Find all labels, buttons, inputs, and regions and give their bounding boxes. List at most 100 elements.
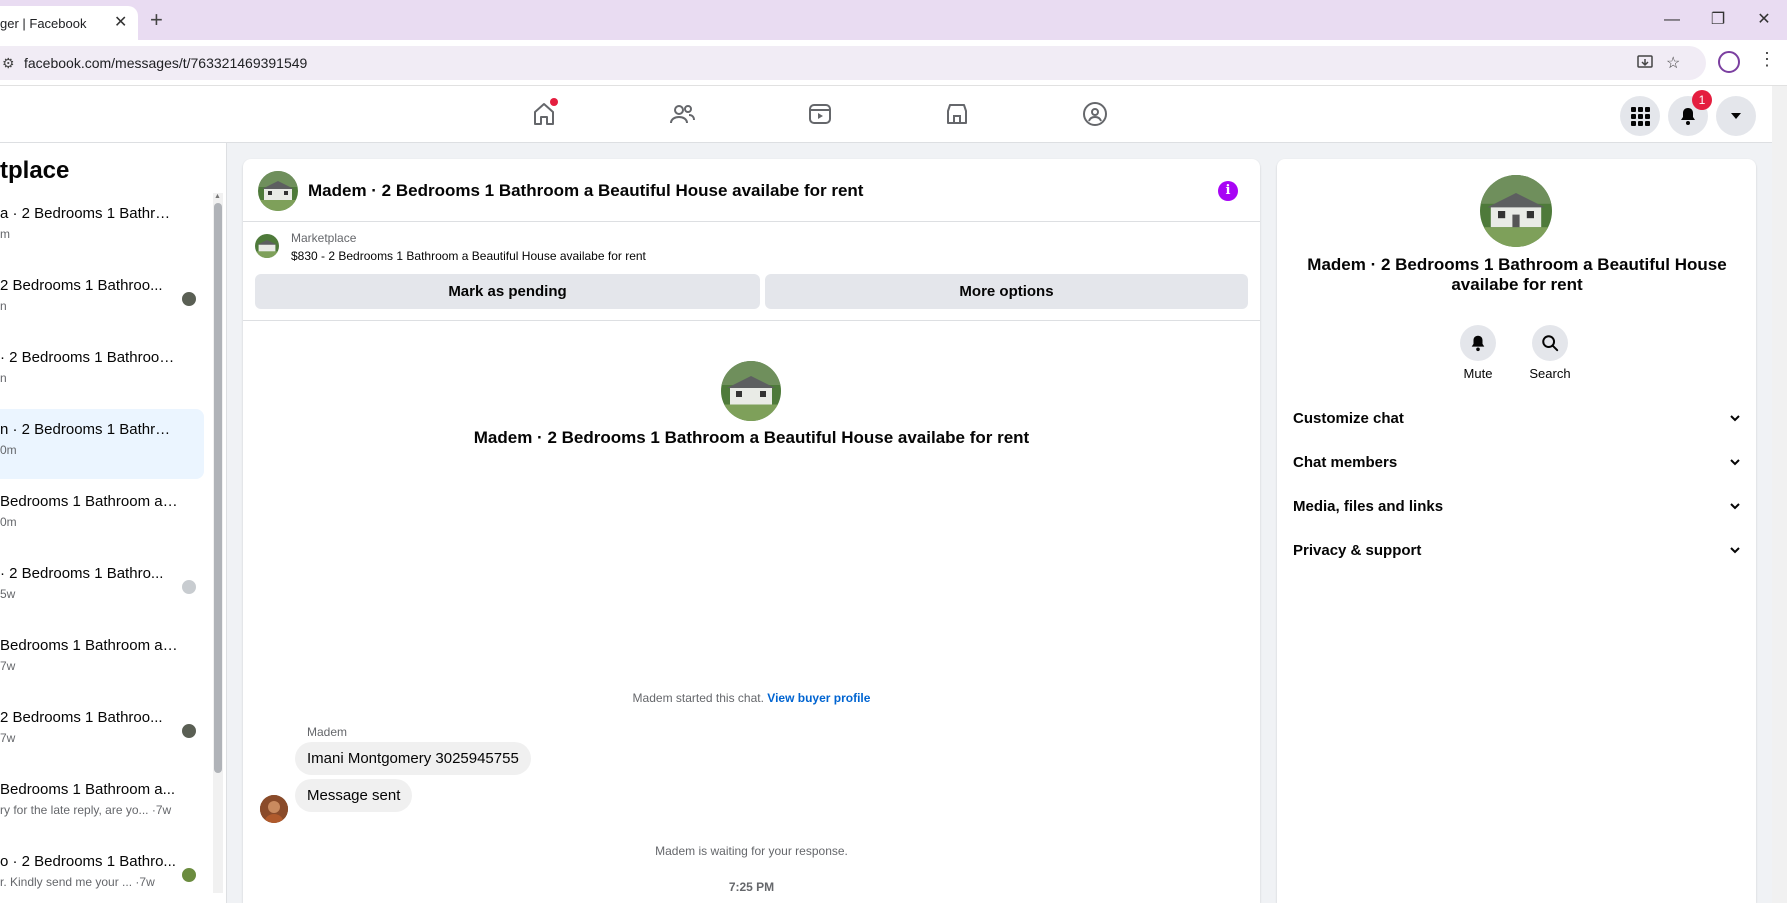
video-icon[interactable]	[800, 96, 840, 132]
listing-detail[interactable]: $830 - 2 Bedrooms 1 Bathroom a Beautiful…	[291, 249, 646, 263]
address-bar-row: ⚙ facebook.com/messages/t/76332146939154…	[0, 40, 1787, 86]
chat-started-text: Madem started this chat.	[632, 691, 764, 705]
conversation-meta: r. Kindly send me your ... ·7w	[0, 875, 155, 889]
conversation-meta: 7w	[0, 659, 16, 673]
chevron-down-icon	[1730, 503, 1740, 510]
mute-label: Mute	[1463, 366, 1493, 381]
search-icon	[1542, 335, 1559, 352]
conversation-name: 2 Bedrooms 1 Bathroo...	[0, 709, 163, 726]
info-panel-title: Madem · 2 Bedrooms 1 Bathroom a Beautifu…	[1307, 255, 1727, 294]
bookmark-star-icon[interactable]: ☆	[1666, 53, 1680, 73]
conversation-meta: n	[0, 299, 7, 313]
privacy-support-section[interactable]: Privacy & support	[1293, 532, 1741, 572]
browser-menu-icon[interactable]: ⋮	[1758, 49, 1776, 70]
conversation-item[interactable]: Bedrooms 1 Bathroom a... ry for the late …	[0, 769, 204, 839]
conversation-name: · 2 Bedrooms 1 Bathro...	[0, 565, 164, 582]
minimize-button[interactable]: —	[1652, 6, 1692, 34]
browser-tab[interactable]: ger | Facebook ✕	[0, 6, 138, 40]
conversation-item[interactable]: n · 2 Bedrooms 1 Bathroo... 0m	[0, 409, 204, 479]
home-notification-dot	[550, 98, 558, 106]
left-panel-title: tplace	[0, 157, 70, 184]
search-button[interactable]	[1532, 325, 1568, 361]
friends-icon[interactable]	[662, 96, 702, 132]
site-settings-icon[interactable]: ⚙	[2, 55, 15, 72]
message-bubble[interactable]: Imani Montgomery 3025945755	[295, 742, 531, 775]
conversation-meta: n	[0, 371, 7, 385]
sender-avatar[interactable]	[260, 795, 288, 823]
install-app-icon[interactable]	[1636, 53, 1654, 76]
chevron-down-icon	[1730, 547, 1740, 554]
conversation-meta: 5w	[0, 587, 16, 601]
facebook-top-nav	[0, 86, 1772, 143]
tab-close-icon[interactable]: ✕	[114, 12, 127, 32]
chat-panel: Madem · 2 Bedrooms 1 Bathroom a Beautifu…	[243, 159, 1260, 903]
conversation-item[interactable]: Bedrooms 1 Bathroom a ... 0m	[0, 481, 204, 551]
mark-as-pending-button[interactable]: Mark as pending	[255, 274, 760, 309]
conversation-item[interactable]: Bedrooms 1 Bathroom a ... 7w	[0, 625, 204, 695]
conversation-item[interactable]: o · 2 Bedrooms 1 Bathro... r. Kindly send…	[0, 841, 204, 903]
listing-label: Marketplace	[291, 231, 357, 245]
url-text[interactable]: facebook.com/messages/t/763321469391549	[24, 55, 307, 71]
conversation-name: 2 Bedrooms 1 Bathroo...	[0, 277, 163, 294]
section-label: Chat members	[1293, 454, 1398, 471]
groups-icon[interactable]	[1075, 96, 1115, 132]
marketplace-icon[interactable]	[937, 96, 977, 132]
media-files-links-section[interactable]: Media, files and links	[1293, 488, 1741, 528]
chevron-down-icon	[1730, 415, 1740, 422]
restore-button[interactable]: ❐	[1698, 6, 1738, 34]
scrollbar-thumb[interactable]	[214, 203, 222, 773]
chat-title: Madem · 2 Bedrooms 1 Bathroom a Beautifu…	[308, 181, 864, 200]
chat-info-panel: Madem · 2 Bedrooms 1 Bathroom a Beautifu…	[1277, 159, 1756, 903]
profile-icon[interactable]	[1718, 51, 1740, 73]
conversation-title: Madem · 2 Bedrooms 1 Bathroom a Beautifu…	[473, 428, 1030, 447]
info-icon[interactable]: i	[1218, 181, 1238, 201]
account-button[interactable]	[1716, 96, 1756, 136]
conversation-name: · 2 Bedrooms 1 Bathroom...	[0, 349, 178, 366]
conversation-meta: 0m	[0, 515, 17, 529]
listing-thumbnail[interactable]	[255, 234, 279, 258]
conversation-name: o · 2 Bedrooms 1 Bathro...	[0, 853, 176, 870]
grid-icon	[1631, 107, 1650, 126]
section-label: Customize chat	[1293, 410, 1404, 427]
home-icon[interactable]	[524, 96, 564, 132]
new-tab-button[interactable]: +	[150, 6, 163, 34]
conversation-list-scrollbar[interactable]: ▲	[213, 193, 223, 893]
omnibox[interactable]: ⚙ facebook.com/messages/t/76332146939154…	[0, 46, 1706, 80]
bell-icon	[1471, 335, 1485, 352]
tab-title: ger | Facebook	[0, 16, 87, 31]
read-receipt-avatar	[181, 291, 197, 307]
conversation-item[interactable]: 2 Bedrooms 1 Bathroo... 7w	[0, 697, 204, 767]
mute-action[interactable]: Mute	[1448, 325, 1508, 381]
conversation-item[interactable]: · 2 Bedrooms 1 Bathroom... n	[0, 337, 204, 407]
conversation-item[interactable]: 2 Bedrooms 1 Bathroo... n	[0, 265, 204, 335]
caret-down-icon	[1731, 113, 1741, 119]
conversation-meta: 0m	[0, 443, 17, 457]
close-window-button[interactable]: ✕	[1744, 6, 1784, 34]
chevron-down-icon	[1730, 459, 1740, 466]
read-receipt-avatar	[181, 579, 197, 595]
chat-started-notice: Madem started this chat. View buyer prof…	[243, 691, 1260, 705]
message-timestamp: 7:25 PM	[728, 880, 775, 894]
search-action[interactable]: Search	[1520, 325, 1580, 381]
read-receipt-avatar	[181, 723, 197, 739]
customize-chat-section[interactable]: Customize chat	[1293, 400, 1741, 440]
more-options-button[interactable]: More options	[765, 274, 1248, 309]
menu-grid-button[interactable]	[1620, 96, 1660, 136]
notification-count-badge: 1	[1692, 90, 1712, 110]
conversation-name: Bedrooms 1 Bathroom a...	[0, 781, 176, 798]
browser-tab-bar: ger | Facebook ✕ + — ❐ ✕	[0, 0, 1787, 40]
chat-members-section[interactable]: Chat members	[1293, 444, 1741, 484]
view-buyer-profile-link[interactable]: View buyer profile	[767, 691, 870, 705]
mute-button[interactable]	[1460, 325, 1496, 361]
info-panel-avatar[interactable]	[1480, 175, 1552, 247]
conversation-item[interactable]: · 2 Bedrooms 1 Bathro... 5w	[0, 553, 204, 623]
conversation-name: a · 2 Bedrooms 1 Bathroo...	[0, 205, 178, 222]
chat-header-avatar[interactable]	[258, 171, 298, 211]
scroll-up-arrow-icon[interactable]: ▲	[214, 193, 221, 200]
message-bubble[interactable]: Message sent	[295, 779, 413, 812]
chat-header: Madem · 2 Bedrooms 1 Bathroom a Beautifu…	[243, 159, 1260, 222]
bell-icon	[1681, 108, 1695, 125]
page-scrollbar[interactable]	[1772, 86, 1787, 903]
conversation-avatar	[721, 361, 781, 421]
conversation-item[interactable]: a · 2 Bedrooms 1 Bathroo... m	[0, 193, 204, 263]
